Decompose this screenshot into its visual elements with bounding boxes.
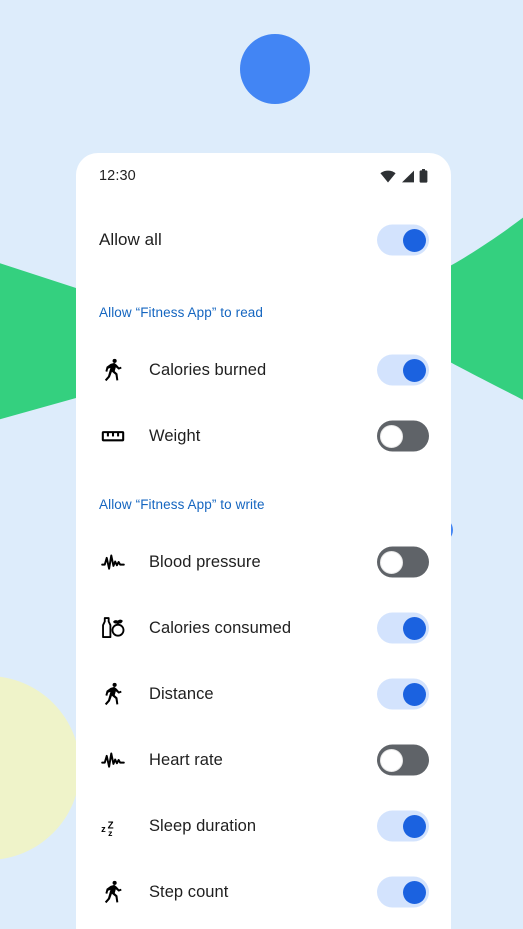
toggle-sleep-duration[interactable] xyxy=(377,810,429,842)
spacer-after-read-header xyxy=(76,327,451,337)
toggle-blood-pressure[interactable] xyxy=(377,546,429,578)
toggle-distance[interactable] xyxy=(377,678,429,710)
green-shape-left-icon xyxy=(0,263,76,420)
toggle-thumb xyxy=(403,228,426,252)
toggle-calories-burned[interactable] xyxy=(377,354,429,386)
pulse-wave-icon xyxy=(99,548,127,576)
spacer-after-allow-all xyxy=(76,271,451,297)
status-bar: 12:30 xyxy=(76,153,451,199)
spacer-between-sections xyxy=(76,469,451,489)
spacer-top xyxy=(76,199,451,209)
toggle-step-count[interactable] xyxy=(377,876,429,908)
toggle-thumb xyxy=(403,358,426,382)
row-blood-pressure[interactable]: Blood pressure xyxy=(76,529,451,595)
svg-text:z: z xyxy=(108,828,113,838)
battery-icon xyxy=(419,169,428,183)
nutrition-icon xyxy=(99,614,127,642)
running-person-icon xyxy=(99,356,127,384)
toggle-thumb xyxy=(380,424,403,448)
row-weight[interactable]: Weight xyxy=(76,403,451,469)
cellular-signal-icon xyxy=(402,170,414,182)
row-distance[interactable]: Distance xyxy=(76,661,451,727)
toggle-thumb xyxy=(403,616,426,640)
sleep-zzz-icon: z Z z xyxy=(99,812,127,840)
spacer-after-write-header xyxy=(76,519,451,529)
toggle-heart-rate[interactable] xyxy=(377,744,429,776)
wifi-icon xyxy=(380,170,396,182)
status-bar-icons xyxy=(380,169,428,183)
running-person-icon xyxy=(99,680,127,708)
yellow-circle-bottom-left-icon xyxy=(0,676,80,860)
status-bar-time: 12:30 xyxy=(99,168,136,184)
ruler-scale-icon xyxy=(99,422,127,450)
green-shape-right-icon xyxy=(450,217,523,400)
toggle-thumb xyxy=(403,880,426,904)
screenshot-stage: 12:30 Allow all Allow “Fitness App” to r… xyxy=(0,0,523,929)
toggle-thumb xyxy=(403,682,426,706)
blue-circle-top-icon xyxy=(240,34,310,104)
row-step-count[interactable]: Step count xyxy=(76,859,451,925)
row-sleep-duration[interactable]: z Z z Sleep duration xyxy=(76,793,451,859)
permissions-list: Allow all Allow “Fitness App” to read Ca… xyxy=(76,199,451,925)
section-header-write: Allow “Fitness App” to write xyxy=(99,496,265,512)
phone-mockup-card: 12:30 Allow all Allow “Fitness App” to r… xyxy=(76,153,451,929)
toggle-thumb xyxy=(403,814,426,838)
pulse-wave-icon xyxy=(99,746,127,774)
toggle-allow-all[interactable] xyxy=(377,224,429,256)
section-header-read: Allow “Fitness App” to read xyxy=(99,304,264,320)
running-person-icon xyxy=(99,878,127,906)
toggle-thumb xyxy=(380,748,403,772)
toggle-thumb xyxy=(380,550,403,574)
toggle-calories-consumed[interactable] xyxy=(377,612,429,644)
row-calories-consumed[interactable]: Calories consumed xyxy=(76,595,451,661)
row-calories-burned[interactable]: Calories burned xyxy=(76,337,451,403)
row-allow-all[interactable]: Allow all xyxy=(76,209,451,271)
row-heart-rate[interactable]: Heart rate xyxy=(76,727,451,793)
svg-text:z: z xyxy=(101,824,106,834)
toggle-weight[interactable] xyxy=(377,420,429,452)
